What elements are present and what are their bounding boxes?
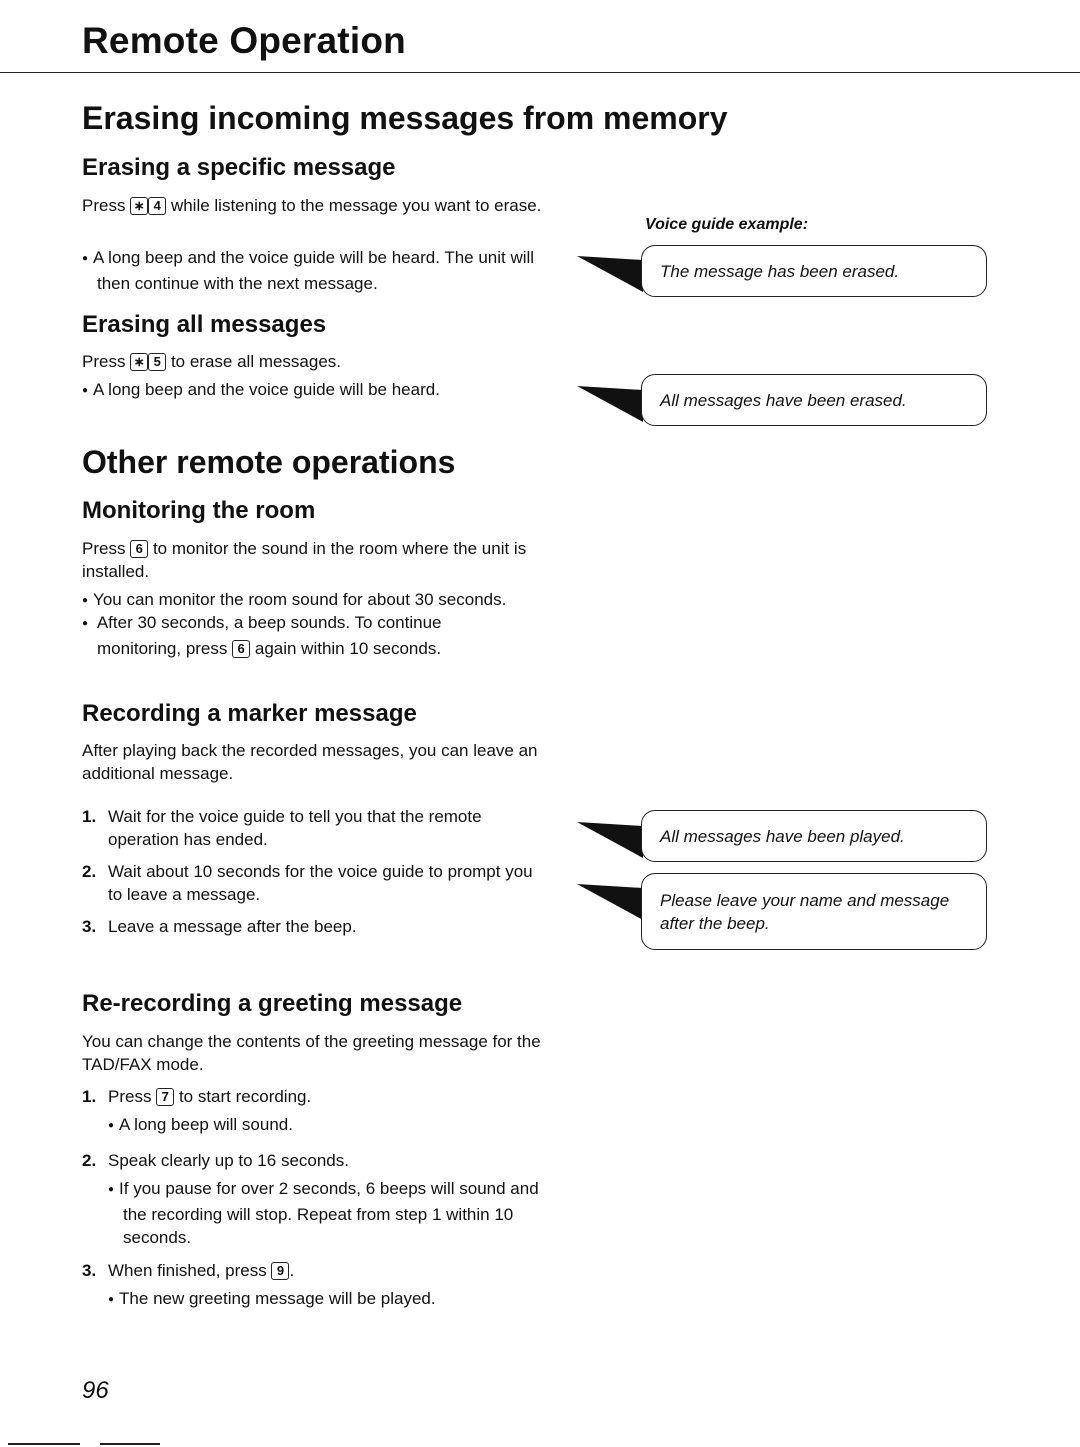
speech-bubble-tail-icon bbox=[577, 884, 643, 920]
key-6: 6 bbox=[232, 640, 251, 658]
text: to erase all messages. bbox=[170, 352, 342, 371]
erasing-all-instruction: Press ∗ 5 to erase all messages. bbox=[82, 350, 562, 373]
text: to start recording. bbox=[178, 1087, 312, 1106]
heading-erasing-all: Erasing all messages bbox=[82, 311, 327, 338]
text: Press bbox=[82, 539, 126, 558]
marker-step-1: 1. Wait for the voice guide to tell you t… bbox=[82, 805, 563, 851]
marker-step-3: 3. Leave a message after the beep. bbox=[82, 915, 563, 938]
text: . bbox=[289, 1261, 295, 1280]
greeting-step-1: 1. Press 7 to start recording. bbox=[82, 1085, 563, 1108]
heading-erasing-specific: Erasing a specific message bbox=[82, 154, 396, 181]
speech-bubble-tail-icon bbox=[577, 386, 643, 422]
page-number: 96 bbox=[82, 1377, 109, 1404]
text: again within 10 seconds. bbox=[254, 639, 442, 658]
greeting-step-3: 3. When finished, press 9. bbox=[82, 1259, 563, 1282]
text: Press bbox=[82, 352, 126, 371]
marker-steps: 1. Wait for the voice guide to tell you t… bbox=[82, 805, 563, 938]
heading-monitoring: Monitoring the room bbox=[82, 497, 316, 524]
erasing-all-note: A long beep and the voice guide will be … bbox=[82, 378, 577, 404]
greeting-steps: 1. Press 7 to start recording. A long be… bbox=[82, 1085, 563, 1313]
erasing-specific-instruction: Press ∗ 4 while listening to the message … bbox=[82, 194, 562, 217]
marker-intro: After playing back the recorded messages… bbox=[82, 741, 538, 783]
step-text: Wait for the voice guide to tell you tha… bbox=[108, 807, 482, 849]
key-star: ∗ bbox=[130, 353, 149, 371]
text: When finished, press bbox=[108, 1261, 267, 1280]
greeting-step-3-note: The new greeting message will be played. bbox=[108, 1287, 543, 1313]
footer-rule bbox=[100, 1443, 160, 1445]
key-4: 4 bbox=[148, 197, 167, 215]
text: Press bbox=[82, 196, 126, 215]
greeting-step-2: 2. Speak clearly up to 16 seconds. bbox=[82, 1149, 563, 1172]
section-title-other: Other remote operations bbox=[82, 444, 456, 480]
step-text: Speak clearly up to 16 seconds. bbox=[108, 1151, 349, 1170]
speech-bubble-tail-icon bbox=[577, 256, 643, 292]
key-5: 5 bbox=[148, 353, 167, 371]
voice-bubble-all-erased: All messages have been erased. bbox=[641, 374, 987, 426]
footer-rule bbox=[8, 1443, 80, 1445]
text: while listening to the message you want … bbox=[170, 196, 542, 215]
voice-bubble-leave-message: Please leave your name and message after… bbox=[641, 873, 987, 950]
step-text: Wait about 10 seconds for the voice guid… bbox=[108, 862, 533, 904]
key-9: 9 bbox=[271, 1262, 290, 1280]
step-number: 1. bbox=[82, 807, 97, 826]
monitoring-note-2: After 30 seconds, a beep sounds. To cont… bbox=[82, 611, 517, 660]
heading-greeting: Re-recording a greeting message bbox=[82, 990, 463, 1017]
text: to monitor the sound in the room where t… bbox=[82, 539, 527, 581]
erasing-specific-note: A long beep and the voice guide will be … bbox=[82, 246, 537, 295]
greeting-step-2-note: If you pause for over 2 seconds, 6 beeps… bbox=[108, 1177, 563, 1249]
monitoring-instruction: Press 6 to monitor the sound in the room… bbox=[82, 537, 532, 583]
step-number: 3. bbox=[82, 1261, 97, 1280]
text: Press bbox=[108, 1087, 152, 1106]
step-number: 2. bbox=[82, 862, 97, 881]
step-number: 1. bbox=[82, 1087, 97, 1106]
section-title-erasing: Erasing incoming messages from memory bbox=[82, 100, 728, 136]
step-text: Leave a message after the beep. bbox=[108, 917, 357, 936]
step-number: 2. bbox=[82, 1151, 97, 1170]
key-star: ∗ bbox=[130, 197, 149, 215]
marker-step-2: 2. Wait about 10 seconds for the voice gu… bbox=[82, 860, 563, 906]
greeting-intro: You can change the contents of the greet… bbox=[82, 1032, 541, 1074]
voice-bubble-erased: The message has been erased. bbox=[641, 245, 987, 297]
title-divider bbox=[0, 72, 1080, 73]
key-7: 7 bbox=[156, 1088, 175, 1106]
page-title: Remote Operation bbox=[82, 20, 406, 61]
step-number: 3. bbox=[82, 917, 97, 936]
key-6: 6 bbox=[130, 540, 149, 558]
speech-bubble-tail-icon bbox=[577, 822, 643, 858]
heading-marker: Recording a marker message bbox=[82, 700, 417, 727]
voice-bubble-all-played: All messages have been played. bbox=[641, 810, 987, 862]
voice-guide-label: Voice guide example: bbox=[645, 216, 809, 233]
greeting-step-1-note: A long beep will sound. bbox=[108, 1113, 543, 1139]
